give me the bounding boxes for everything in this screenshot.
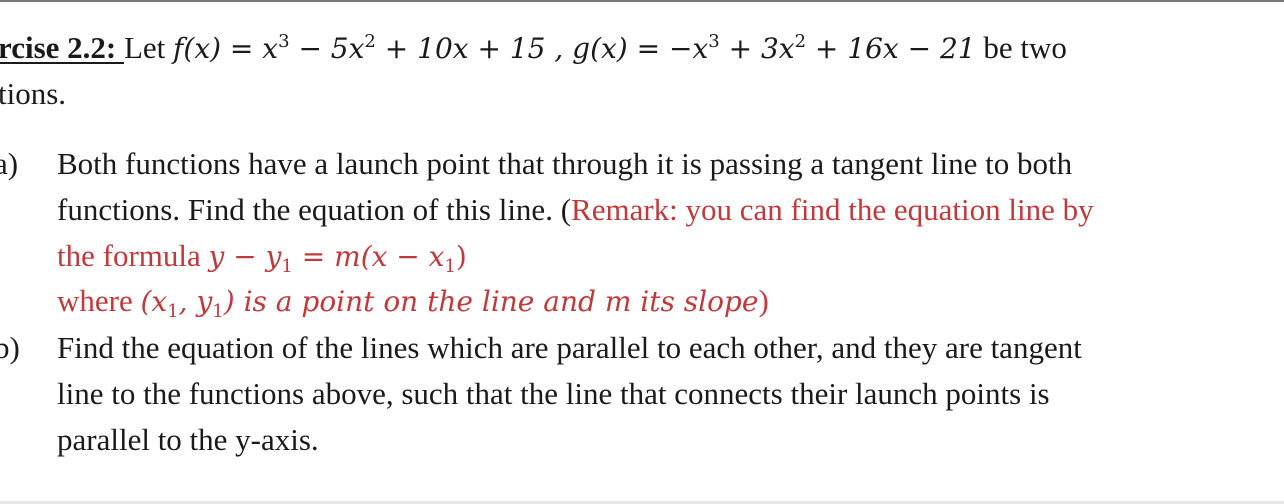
top-border [0,0,1284,2]
part-b-line-2: line to the functions above, such that t… [57,376,1050,411]
intro-let: Let [123,30,174,65]
f-definition: f(x) = x3 − 5x2 + 10x + 15 [173,31,546,65]
separator: , [545,32,573,65]
g-definition: g(x) = −x3 + 3x2 + 16x − 21 [572,31,976,65]
exercise-heading: rcise 2.2: [0,30,124,65]
point-slope-formula: y − y1 = m(x − x1) [208,240,467,277]
part-a-label: a) [0,146,19,181]
exercise-intro-line-2: tions. [0,76,67,111]
remark-formula-line: the formula y − y1 = m(x − x1) [57,238,467,277]
part-a-line-1: Both functions have a launch point that … [57,146,1073,181]
intro-tail: be two [975,30,1067,65]
part-b-line-3: parallel to the y-axis. [57,422,319,457]
part-b-label: b) [0,330,20,365]
remark-text: Remark: you can find the equation line b… [571,192,1094,227]
exercise-intro-line: rcise 2.2: Let f(x) = x3 − 5x2 + 10x + 1… [0,30,1067,67]
remark-where-line: where (x1, y1) is a point on the line an… [57,283,769,322]
part-b-line-1: Find the equation of the lines which are… [57,330,1082,365]
point-notation: (x1, y1) [140,285,235,322]
part-a-line-2: functions. Find the equation of this lin… [57,192,1094,227]
